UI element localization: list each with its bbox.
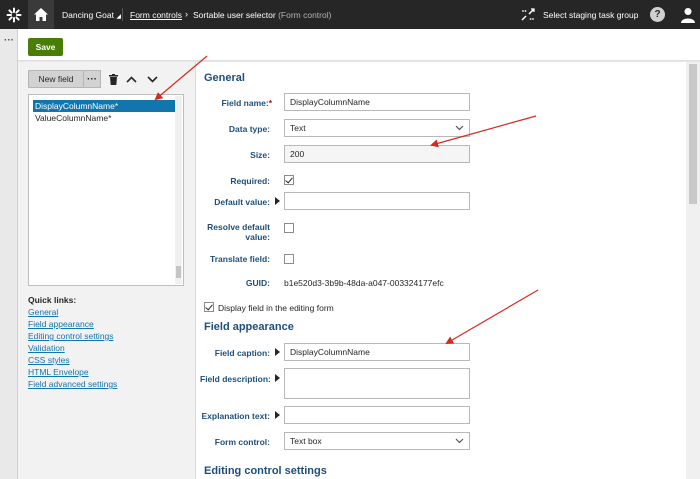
breadcrumb-form-controls[interactable]: Form controls	[130, 10, 182, 20]
default-value-input[interactable]	[284, 192, 470, 210]
kentico-logo-icon[interactable]	[0, 0, 28, 29]
form-control-select[interactable]: Text box	[284, 432, 470, 450]
quick-link-field-appearance[interactable]: Field appearance	[28, 319, 94, 329]
header-actions	[18, 29, 700, 61]
translate-field-label: Translate field:	[210, 254, 270, 264]
field-caption-label: Field caption:	[214, 348, 270, 358]
display-in-form-checkbox[interactable]	[204, 302, 214, 312]
field-list-item-valuecolumnname[interactable]: ValueColumnName*	[33, 112, 181, 124]
expand-arrow-icon[interactable]	[275, 374, 280, 382]
field-name-input[interactable]: DisplayColumnName	[284, 93, 470, 111]
default-value-label: Default value:	[214, 197, 270, 207]
field-list-item-displaycolumnname[interactable]: DisplayColumnName*	[33, 100, 181, 112]
field-caption-input[interactable]: DisplayColumnName	[284, 343, 470, 361]
application-side-strip: ···	[0, 29, 18, 479]
delete-icon[interactable]	[107, 72, 119, 86]
resolve-default-checkbox[interactable]	[284, 223, 294, 233]
explanation-text-input[interactable]	[284, 406, 470, 424]
breadcrumb-separator: ›	[185, 9, 188, 19]
data-type-select[interactable]: Text	[284, 119, 470, 137]
field-list[interactable]: DisplayColumnName* ValueColumnName*	[28, 94, 184, 286]
staging-icon[interactable]	[520, 7, 536, 23]
field-name-label: Field name:*	[221, 98, 272, 108]
site-selector[interactable]: Dancing Goat ◢	[62, 10, 121, 20]
more-actions-button[interactable]: ···	[84, 70, 101, 88]
guid-value: b1e520d3-3b9b-48da-a047-003324177efc	[284, 278, 444, 288]
expand-arrow-icon[interactable]	[275, 411, 280, 419]
display-in-form-label: Display field in the editing form	[218, 303, 334, 313]
explanation-text-label: Explanation text:	[201, 411, 270, 421]
quick-links-title: Quick links:	[28, 295, 77, 305]
help-icon[interactable]: ?	[650, 7, 665, 22]
page-scrollbar[interactable]	[686, 62, 700, 479]
required-checkbox[interactable]	[284, 175, 294, 185]
chevron-down-icon	[455, 125, 464, 131]
resolve-default-label: Resolve default value:	[207, 222, 270, 242]
quick-link-html-envelope[interactable]: HTML Envelope	[28, 367, 89, 377]
editing-control-settings-heading: Editing control settings	[204, 465, 327, 477]
required-label: Required:	[230, 176, 270, 186]
move-up-icon[interactable]	[125, 72, 137, 86]
size-input[interactable]: 200	[284, 145, 470, 163]
new-field-button[interactable]: New field	[28, 70, 84, 88]
breadcrumb-current: Sortable user selector (Form control)	[193, 10, 332, 20]
top-bar: Dancing Goat ◢ Form controls › Sortable …	[0, 0, 700, 29]
more-apps-icon[interactable]: ···	[4, 35, 14, 46]
save-button[interactable]: Save	[28, 38, 63, 56]
user-icon[interactable]	[681, 7, 695, 23]
expand-arrow-icon[interactable]	[275, 348, 280, 356]
quick-link-css-styles[interactable]: CSS styles	[28, 355, 70, 365]
form-control-label: Form control:	[214, 437, 270, 447]
chevron-down-icon	[455, 438, 464, 444]
home-icon[interactable]	[28, 0, 54, 29]
topbar-divider	[122, 8, 123, 21]
field-appearance-heading: Field appearance	[204, 321, 294, 333]
quick-link-validation[interactable]: Validation	[28, 343, 65, 353]
expand-arrow-icon[interactable]	[275, 197, 280, 205]
guid-label: GUID:	[245, 278, 270, 288]
translate-field-checkbox[interactable]	[284, 254, 294, 264]
quick-link-field-advanced-settings[interactable]: Field advanced settings	[28, 379, 117, 389]
data-type-label: Data type:	[228, 124, 270, 134]
field-description-textarea[interactable]	[284, 368, 470, 399]
quick-link-general[interactable]: General	[28, 307, 58, 317]
staging-task-group-selector[interactable]: Select staging task group	[543, 10, 638, 20]
quick-link-editing-control-settings[interactable]: Editing control settings	[28, 331, 114, 341]
general-heading: General	[204, 72, 245, 84]
field-list-scrollbar[interactable]	[175, 96, 182, 284]
move-down-icon[interactable]	[146, 72, 158, 86]
field-description-label: Field description:	[200, 374, 271, 384]
size-label: Size:	[250, 150, 270, 160]
